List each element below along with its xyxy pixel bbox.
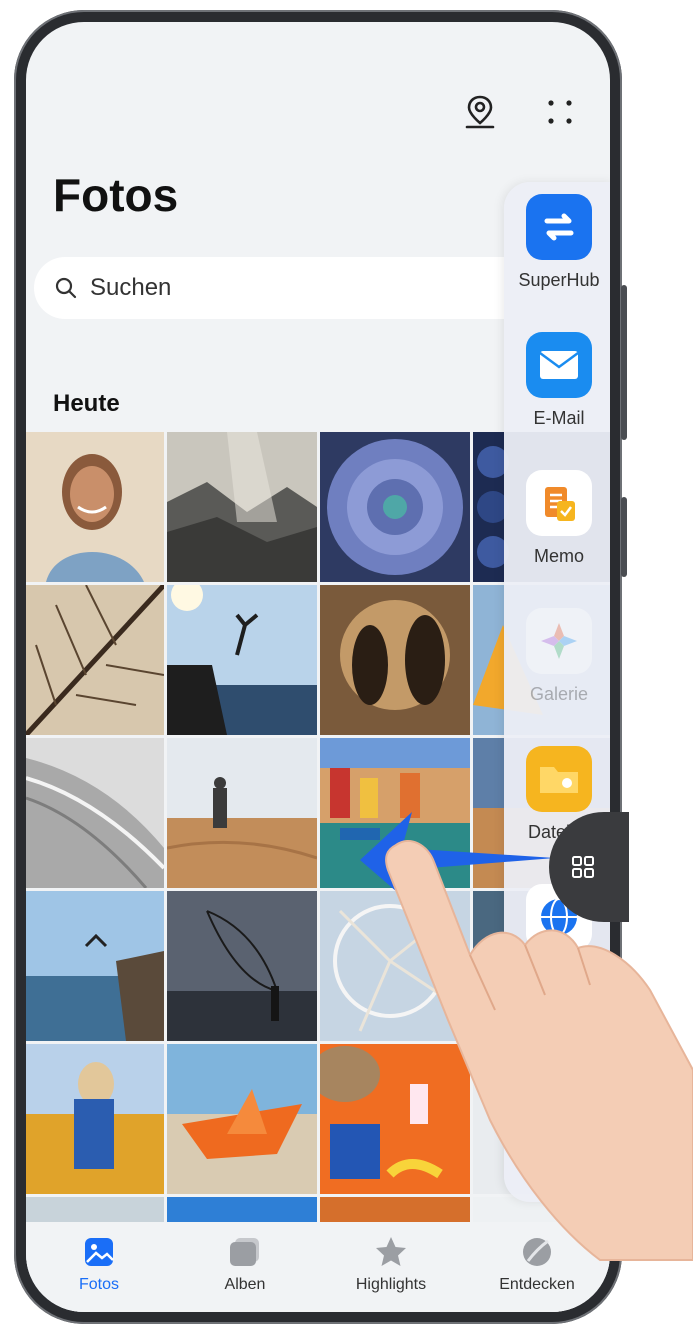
star-icon [373, 1234, 409, 1270]
dock-label: E-Mail [533, 408, 585, 428]
albums-icon [227, 1234, 263, 1270]
page-title: Fotos [53, 169, 179, 221]
photo-thumbnail[interactable] [26, 585, 164, 735]
tab-label: Highlights [355, 1276, 427, 1293]
photo-thumbnail[interactable] [26, 891, 164, 1041]
more-dots-icon[interactable] [542, 94, 578, 130]
dock-item-galerie[interactable]: Galerie [504, 608, 610, 705]
dock-item-email[interactable]: E-Mail [504, 332, 610, 429]
memo-icon [526, 470, 592, 536]
tab-alben[interactable]: Alben [175, 1234, 315, 1294]
photos-icon [81, 1234, 117, 1270]
photo-thumbnail[interactable] [167, 432, 317, 582]
photo-thumbnail[interactable] [320, 738, 470, 888]
header-actions [462, 94, 578, 130]
dock-label: Memo [533, 546, 584, 566]
mail-icon [526, 332, 592, 398]
photo-thumbnail[interactable] [167, 585, 317, 735]
bottom-tab-bar: Fotos Alben Highlights Entdecken [26, 1222, 610, 1312]
tab-entdecken[interactable]: Entdecken [467, 1234, 607, 1294]
photo-thumbnail[interactable] [320, 1044, 470, 1194]
dock-label: SuperHub [518, 270, 600, 290]
gallery-icon [526, 608, 592, 674]
power-button [621, 497, 627, 577]
search-bar[interactable] [34, 257, 554, 319]
photo-thumbnail[interactable] [26, 738, 164, 888]
search-input[interactable] [88, 273, 472, 303]
photo-thumbnail[interactable] [167, 891, 317, 1041]
location-pin-icon[interactable] [462, 94, 498, 130]
dock-label: Galerie [529, 684, 589, 704]
discover-icon [519, 1234, 555, 1270]
screen: Fotos Heute [26, 22, 610, 1312]
photo-thumbnail[interactable] [320, 432, 470, 582]
dock-item-superhub[interactable]: SuperHub [504, 194, 610, 291]
grid-icon [572, 856, 594, 878]
side-app-dock: SuperHub E-Mail Memo Galerie Dateien [504, 182, 610, 1202]
photo-thumbnail[interactable] [26, 1044, 164, 1194]
photo-thumbnail[interactable] [320, 585, 470, 735]
tab-highlights[interactable]: Highlights [321, 1234, 461, 1294]
tab-fotos[interactable]: Fotos [29, 1234, 169, 1294]
photo-thumbnail[interactable] [167, 1044, 317, 1194]
volume-button [621, 285, 627, 440]
search-icon [55, 277, 77, 299]
tab-label: Fotos [78, 1276, 119, 1293]
tab-label: Entdecken [499, 1276, 575, 1293]
superhub-icon [526, 194, 592, 260]
section-title: Heute [53, 390, 120, 417]
tab-label: Alben [224, 1276, 266, 1293]
photo-thumbnail[interactable] [167, 738, 317, 888]
dock-item-memo[interactable]: Memo [504, 470, 610, 567]
photo-thumbnail[interactable] [320, 891, 470, 1041]
photo-thumbnail[interactable] [26, 432, 164, 582]
files-icon [526, 746, 592, 812]
